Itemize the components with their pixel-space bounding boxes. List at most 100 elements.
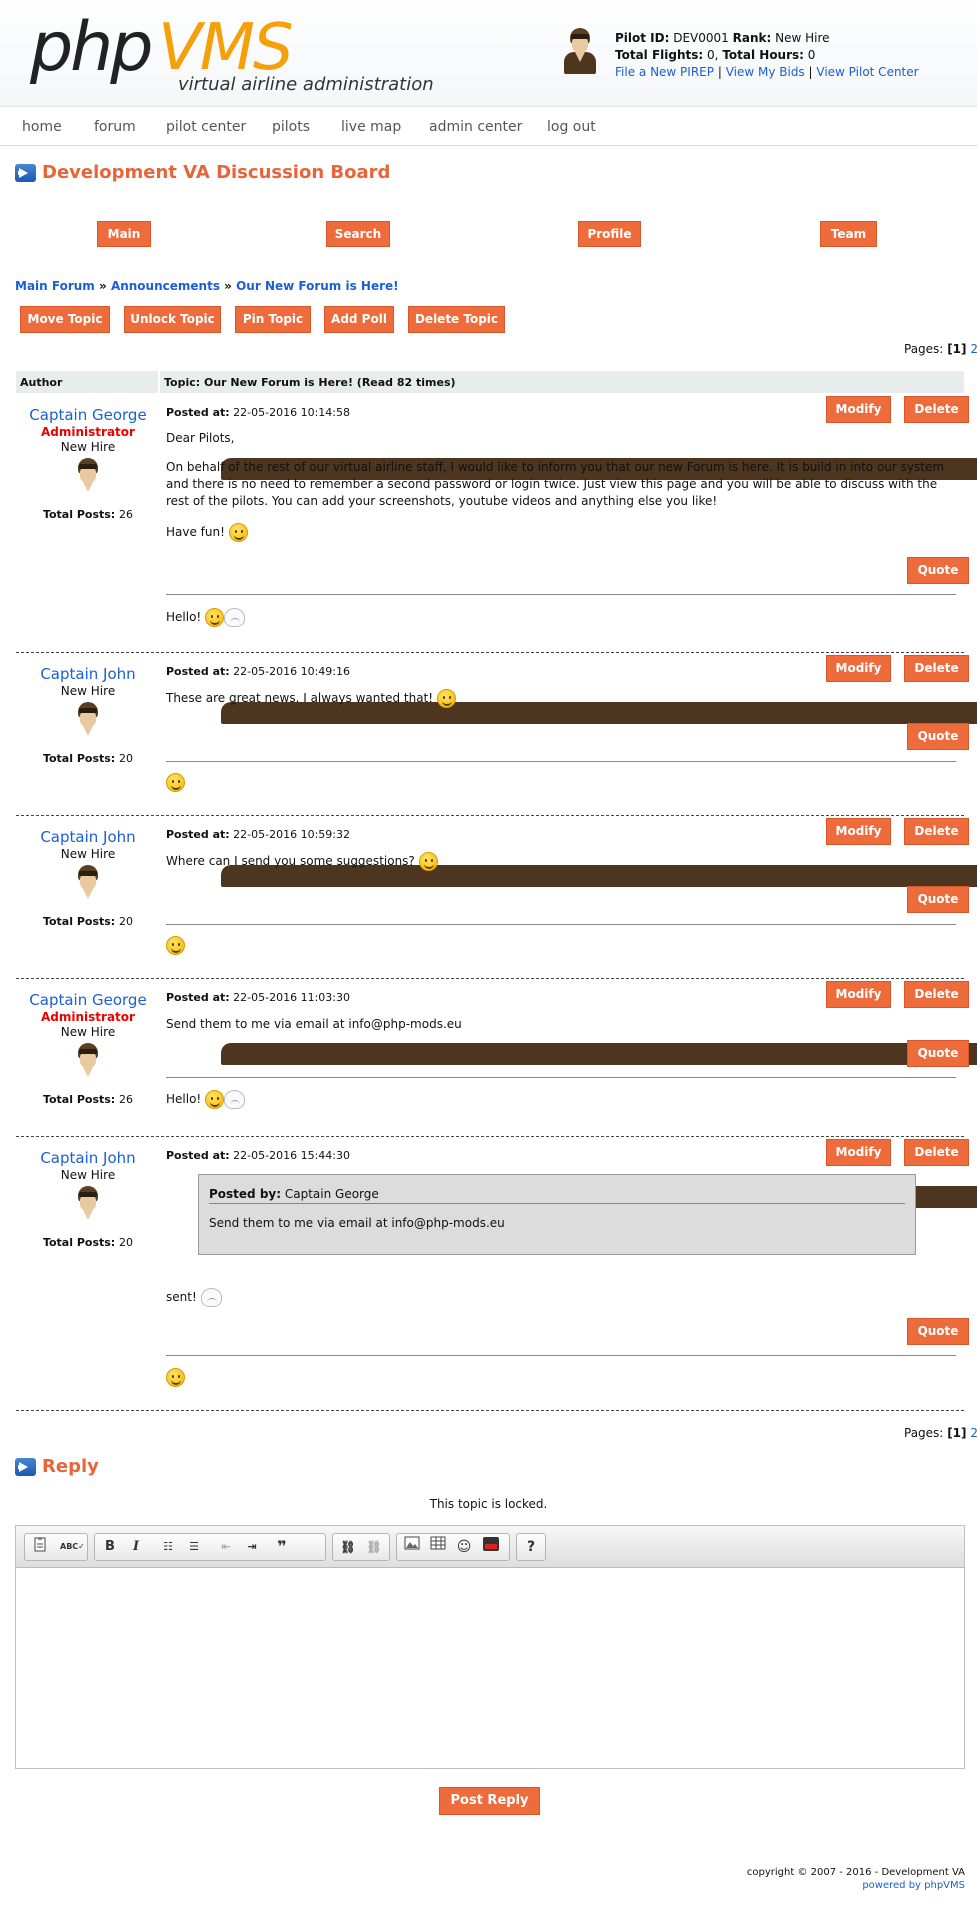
post-text-fun: Have fun! xyxy=(166,525,225,539)
numbered-list-icon[interactable]: ☷ xyxy=(156,1536,180,1558)
forum-profile-button[interactable]: Profile xyxy=(578,221,641,247)
editor-toolbar: ABC✓ B I ☷ ☰ ⇤ ⇥ ❞ ⛓ ⛓ ☺ ? xyxy=(16,1526,964,1568)
blockquote-icon[interactable]: ❞ xyxy=(270,1536,294,1558)
author-total-posts: Total Posts: 20 xyxy=(16,1236,160,1249)
page-2-link[interactable]: 2 xyxy=(970,342,977,356)
posted-at-value: 22-05-2016 10:49:16 xyxy=(233,665,350,678)
post-text: Dear Pilots, xyxy=(166,431,235,445)
modify-post-button[interactable]: Modify xyxy=(826,396,891,423)
modify-post-button[interactable]: Modify xyxy=(826,655,891,682)
link-separator: | xyxy=(717,65,722,79)
nav-live-map[interactable]: live map xyxy=(341,119,401,135)
posts-table-header: Author Topic: Our New Forum is Here! (Re… xyxy=(16,371,964,393)
page-current: [1] xyxy=(947,342,967,356)
modify-post-button[interactable]: Modify xyxy=(826,818,891,845)
delete-post-button[interactable]: Delete xyxy=(904,981,969,1008)
forum-search-button[interactable]: Search xyxy=(326,221,390,247)
author-rank: New Hire xyxy=(60,847,116,861)
delete-post-button[interactable]: Delete xyxy=(904,396,969,423)
site-footer: copyright © 2007 - 2016 - Development VA… xyxy=(747,1866,965,1892)
unlink-icon[interactable]: ⛓ xyxy=(362,1536,386,1558)
bulleted-list-icon[interactable]: ☰ xyxy=(182,1536,206,1558)
image-icon[interactable] xyxy=(400,1536,424,1558)
nav-pilot-center[interactable]: pilot center xyxy=(166,119,246,135)
delete-post-button[interactable]: Delete xyxy=(904,818,969,845)
arrow-right-icon xyxy=(15,1458,36,1476)
author-rank: New Hire xyxy=(60,1025,116,1039)
forum-team-button[interactable]: Team xyxy=(820,221,877,247)
table-icon[interactable] xyxy=(426,1536,450,1558)
link-icon[interactable]: ⛓ xyxy=(336,1536,360,1558)
post-reply-button[interactable]: Post Reply xyxy=(439,1787,540,1815)
pilot-rank: New Hire xyxy=(775,31,830,45)
post-text: Send them to me via email at info@php-mo… xyxy=(166,1017,462,1031)
nav-log-out[interactable]: log out xyxy=(547,119,596,135)
file-pirep-link[interactable]: File a New PIREP xyxy=(615,65,714,79)
reply-title-row: Reply xyxy=(15,1456,99,1477)
view-pilot-center-link[interactable]: View Pilot Center xyxy=(816,65,918,79)
author-rank: New Hire xyxy=(60,440,116,454)
posted-at-label: Posted at: xyxy=(166,1149,230,1162)
quote-post-button[interactable]: Quote xyxy=(907,557,969,584)
post-signature: Hello! xyxy=(166,1090,246,1109)
logo-php: php xyxy=(30,8,153,87)
smile-smiley-icon xyxy=(166,1368,185,1387)
page-2-link[interactable]: 2 xyxy=(970,1426,977,1440)
unlock-topic-button[interactable]: Unlock Topic xyxy=(124,306,221,333)
emoticon-icon[interactable]: ☺ xyxy=(452,1536,476,1558)
author-avatar xyxy=(71,865,977,911)
nav-home[interactable]: home xyxy=(22,119,62,135)
modify-post-button[interactable]: Modify xyxy=(826,981,891,1008)
author-name[interactable]: Captain George xyxy=(16,991,160,1009)
breadcrumb-main-forum[interactable]: Main Forum xyxy=(15,279,95,293)
total-posts-value: 20 xyxy=(119,752,134,765)
help-icon[interactable]: ? xyxy=(519,1536,543,1558)
wink-smiley-icon xyxy=(228,523,248,542)
paste-icon[interactable] xyxy=(28,1536,52,1558)
page-title: Development VA Discussion Board xyxy=(42,162,391,183)
forum-main-button[interactable]: Main xyxy=(97,221,151,247)
delete-topic-button[interactable]: Delete Topic xyxy=(408,306,505,333)
quote-post-button[interactable]: Quote xyxy=(907,1040,969,1067)
author-name[interactable]: Captain George xyxy=(16,406,160,424)
quote-post-button[interactable]: Quote xyxy=(907,723,969,750)
post-date: Posted at: 22-05-2016 15:44:30 xyxy=(166,1149,350,1162)
delete-post-button[interactable]: Delete xyxy=(904,655,969,682)
nav-forum[interactable]: forum xyxy=(94,119,136,135)
quote-post-button[interactable]: Quote xyxy=(907,886,969,913)
delete-post-button[interactable]: Delete xyxy=(904,1139,969,1166)
view-bids-link[interactable]: View My Bids xyxy=(726,65,805,79)
modify-post-button[interactable]: Modify xyxy=(826,1139,891,1166)
nav-pilots[interactable]: pilots xyxy=(272,119,310,135)
spellcheck-icon[interactable]: ABC✓ xyxy=(60,1536,85,1558)
author-name[interactable]: Captain John xyxy=(16,665,160,683)
breadcrumb-topic[interactable]: Our New Forum is Here! xyxy=(236,279,399,293)
phpvms-logo[interactable]: php VMS virtual airline administration xyxy=(30,8,434,98)
powered-by-link[interactable]: powered by phpVMS xyxy=(747,1879,965,1892)
youtube-icon[interactable] xyxy=(479,1536,503,1558)
smile-smiley-icon xyxy=(166,936,185,955)
total-posts-value: 20 xyxy=(119,1236,134,1249)
author-avatar xyxy=(71,458,977,504)
reply-textarea[interactable] xyxy=(16,1569,964,1768)
breadcrumb-announcements[interactable]: Announcements xyxy=(111,279,220,293)
pin-topic-button[interactable]: Pin Topic xyxy=(235,306,311,333)
outdent-icon[interactable]: ⇤ xyxy=(214,1536,238,1558)
post-item: Captain John New Hire Total Posts: 20 Po… xyxy=(16,1137,977,1410)
indent-icon[interactable]: ⇥ xyxy=(240,1536,264,1558)
link-separator: | xyxy=(808,65,813,79)
move-topic-button[interactable]: Move Topic xyxy=(20,306,110,333)
site-header: php VMS virtual airline administration P… xyxy=(0,0,977,107)
author-name[interactable]: Captain John xyxy=(16,828,160,846)
sad-face-icon xyxy=(200,1288,222,1307)
post-text-content: sent! xyxy=(166,1290,197,1304)
post-text: Where can I send you some suggestions? xyxy=(166,852,438,871)
pilot-summary: Pilot ID: DEV0001 Rank: New Hire Total F… xyxy=(563,28,919,79)
author-name[interactable]: Captain John xyxy=(16,1149,160,1167)
bold-icon[interactable]: B xyxy=(98,1536,122,1558)
italic-icon[interactable]: I xyxy=(124,1536,148,1558)
total-posts-value: 26 xyxy=(119,1093,134,1106)
add-poll-button[interactable]: Add Poll xyxy=(324,306,394,333)
nav-admin-center[interactable]: admin center xyxy=(429,119,522,135)
quote-post-button[interactable]: Quote xyxy=(907,1318,969,1345)
